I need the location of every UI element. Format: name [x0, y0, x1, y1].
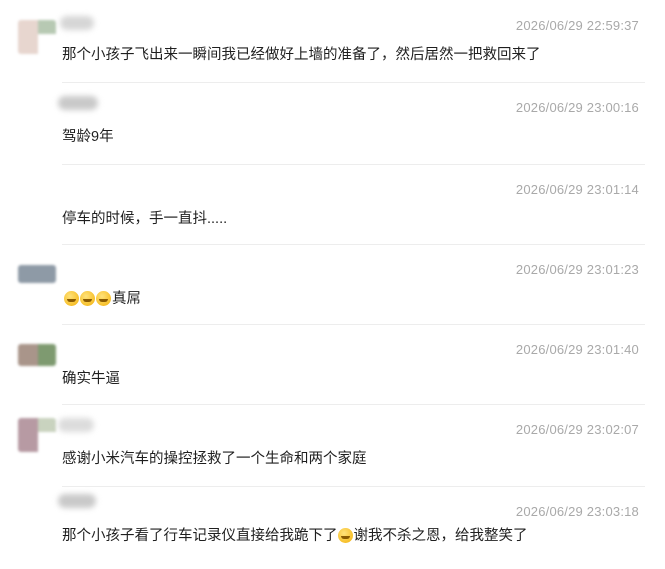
comment-text-content: 那个小孩子看了行车记录仪直接给我跪下了	[62, 528, 338, 544]
comment-text: 那个小孩子飞出来一瞬间我已经做好上墙的准备了，然后居然一把救回来了	[62, 47, 541, 63]
comment-timestamp: 2026/06/29 23:01:14	[515, 182, 639, 197]
user-name-blurred[interactable]	[58, 96, 98, 110]
laugh-cry-emoji-icon	[96, 291, 111, 306]
comment-item[interactable]: 2026/06/29 23:01:40 确实牛逼	[0, 324, 665, 404]
comment-timestamp: 2026/06/29 23:00:16	[515, 100, 639, 115]
divider	[62, 404, 645, 405]
avatar-image-part	[38, 418, 56, 432]
divider	[62, 324, 645, 325]
avatar-image-part	[18, 265, 56, 283]
comment-item[interactable]: 2026/06/29 23:02:07 感谢小米汽车的操控拯救了一个生命和两个家…	[0, 404, 665, 484]
comment-text: 确实牛逼	[62, 371, 120, 387]
comment-text: 感谢小米汽车的操控拯救了一个生命和两个家庭	[62, 451, 367, 467]
user-name-blurred[interactable]	[58, 494, 96, 508]
user-name-blurred[interactable]	[58, 418, 94, 432]
comment-timestamp: 2026/06/29 23:01:23	[515, 262, 639, 277]
divider	[62, 486, 645, 487]
comment-item[interactable]: 2026/06/29 23:03:18 那个小孩子看了行车记录仪直接给我跪下了谢…	[0, 486, 665, 566]
comment-text-content: 谢我不杀之恩，给我整笑了	[353, 528, 528, 544]
avatar[interactable]	[18, 265, 56, 283]
comment-timestamp: 2026/06/29 23:01:40	[515, 342, 639, 357]
avatar[interactable]	[18, 20, 56, 54]
comment-text: 真屌	[64, 287, 141, 308]
comment-text: 驾龄9年	[62, 129, 114, 145]
comment-item[interactable]: 2026/06/29 23:01:23 真屌	[0, 244, 665, 324]
divider	[62, 82, 645, 83]
comment-timestamp: 2026/06/29 22:59:37	[515, 18, 639, 33]
avatar[interactable]	[18, 344, 56, 366]
laugh-cry-emoji-icon	[64, 291, 79, 306]
avatar-image-part	[38, 20, 56, 34]
comment-item[interactable]: 2026/06/29 23:00:16 驾龄9年	[0, 82, 665, 162]
avatar-image-part	[18, 344, 38, 366]
comment-item[interactable]: 2026/06/29 22:59:37 那个小孩子飞出来一瞬间我已经做好上墙的准…	[0, 0, 665, 80]
avatar-image-part	[18, 20, 38, 54]
comment-timestamp: 2026/06/29 23:03:18	[515, 504, 639, 519]
avatar-image-part	[18, 418, 38, 452]
laugh-cry-emoji-icon	[337, 528, 353, 543]
comment-item[interactable]: 2026/06/29 23:01:14 停车的时候，手一直抖.....	[0, 164, 665, 244]
avatar[interactable]	[18, 418, 56, 452]
comment-timestamp: 2026/06/29 23:02:07	[515, 422, 639, 437]
laugh-cry-emoji-icon	[80, 291, 95, 306]
comment-text: 停车的时候，手一直抖.....	[62, 211, 228, 227]
avatar-image-part	[38, 344, 56, 366]
divider	[62, 164, 645, 165]
comment-text: 那个小孩子看了行车记录仪直接给我跪下了 谢我不杀之恩，给我整笑了	[62, 524, 528, 545]
comment-text-content: 真屌	[112, 291, 141, 307]
user-name-blurred[interactable]	[60, 16, 94, 30]
divider	[62, 244, 645, 245]
